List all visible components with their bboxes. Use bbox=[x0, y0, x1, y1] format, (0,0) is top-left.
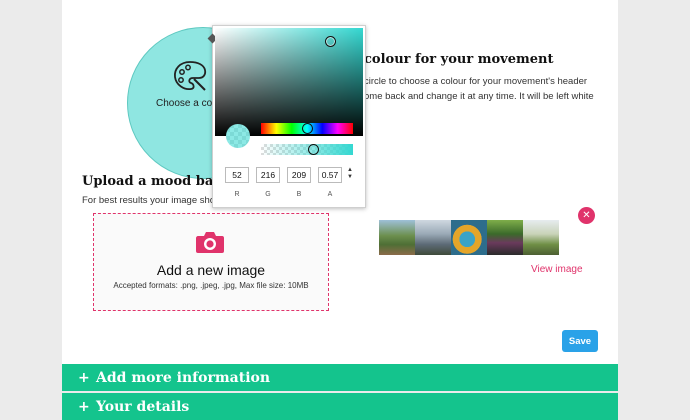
image-dropzone[interactable]: Add a new image Accepted formats: .png, … bbox=[93, 213, 329, 311]
chevron-up-icon: ▲ bbox=[347, 167, 353, 173]
camera-icon bbox=[196, 232, 224, 253]
format-toggle[interactable]: ▲ ▼ bbox=[346, 167, 354, 181]
plus-icon: + bbox=[78, 370, 90, 386]
dropzone-formats: Accepted formats: .png, .jpeg, .jpg, Max… bbox=[113, 281, 309, 290]
colour-picker-popup: 52 216 209 0.57 R G B A ▲ ▼ bbox=[207, 25, 366, 208]
thumbnail-image bbox=[487, 220, 523, 255]
hue-slider[interactable] bbox=[261, 123, 353, 134]
upload-section-description: For best results your image sho bbox=[82, 195, 216, 206]
colour-section-description: circle to choose a colour for your movem… bbox=[364, 76, 594, 102]
palette-icon bbox=[174, 61, 207, 91]
accordion-add-more-information[interactable]: + Add more information bbox=[62, 364, 618, 393]
hue-slider-handle[interactable] bbox=[301, 123, 313, 134]
saturation-value-area[interactable] bbox=[215, 28, 363, 136]
accordion-label: Add more information bbox=[96, 370, 271, 386]
accordion-your-details[interactable]: + Your details bbox=[62, 393, 618, 420]
close-icon: ✕ bbox=[582, 210, 591, 221]
chevron-down-icon: ▼ bbox=[347, 174, 353, 180]
remove-image-button[interactable]: ✕ bbox=[578, 207, 595, 224]
colour-section-heading: colour for your movement bbox=[364, 52, 554, 67]
dropzone-title: Add a new image bbox=[156, 262, 266, 278]
thumbnail-image bbox=[523, 220, 559, 255]
plus-icon: + bbox=[78, 399, 90, 415]
alpha-label: A bbox=[327, 191, 333, 198]
view-image-link[interactable]: View image bbox=[531, 264, 583, 275]
blue-input[interactable]: 209 bbox=[287, 167, 311, 183]
green-input[interactable]: 216 bbox=[256, 167, 280, 183]
alpha-input[interactable]: 0.57 bbox=[318, 167, 342, 183]
accordion-label: Your details bbox=[96, 399, 190, 415]
red-input[interactable]: 52 bbox=[225, 167, 249, 183]
thumbnail-image bbox=[379, 220, 415, 255]
red-label: R bbox=[234, 191, 240, 198]
green-label: G bbox=[265, 191, 271, 198]
blue-label: B bbox=[296, 191, 302, 198]
save-button[interactable]: Save bbox=[562, 330, 598, 352]
circle-label: Choose a colo bbox=[156, 98, 220, 109]
alpha-slider[interactable] bbox=[261, 144, 353, 155]
thumbnail-image bbox=[415, 220, 451, 255]
mood-banner-thumbnails bbox=[379, 220, 559, 255]
thumbnail-image bbox=[451, 220, 487, 255]
alpha-slider-handle[interactable] bbox=[307, 144, 319, 155]
saturation-handle[interactable] bbox=[325, 36, 336, 47]
colour-preview-swatch bbox=[226, 124, 250, 148]
